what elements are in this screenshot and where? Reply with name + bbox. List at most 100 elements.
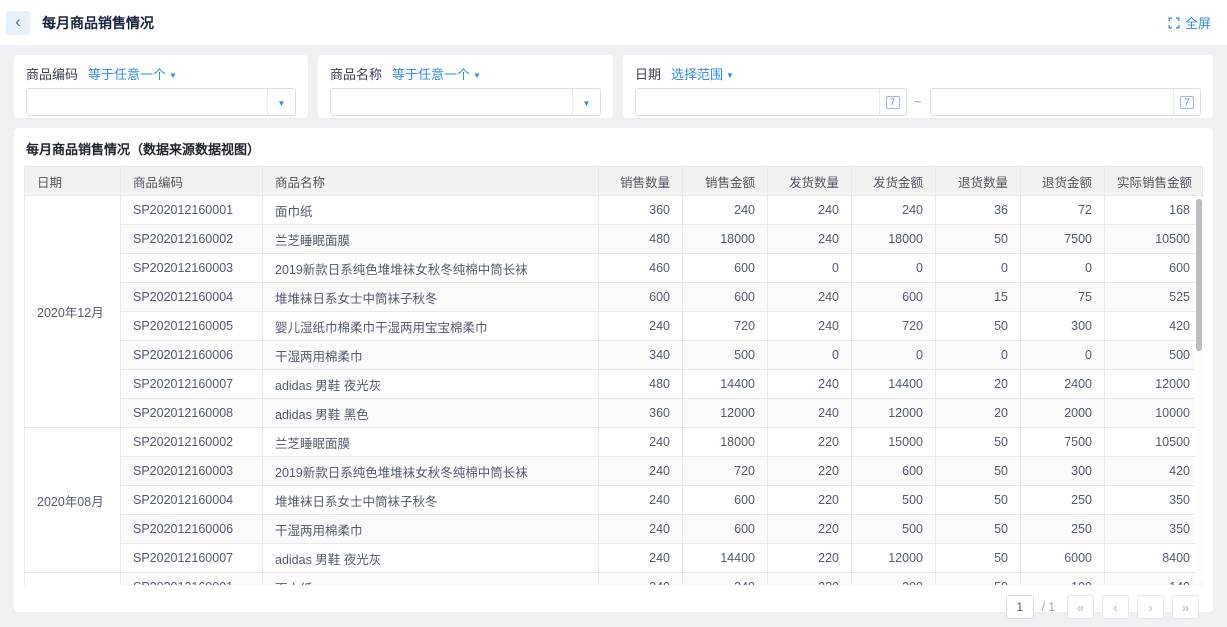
value-cell: 75 [1021, 283, 1105, 312]
product-name-select[interactable] [330, 88, 601, 116]
value-cell: 10000 [1105, 399, 1203, 428]
value-cell: 240 [683, 196, 768, 225]
value-cell: 168 [1105, 196, 1203, 225]
column-header: 商品名称 [263, 167, 599, 196]
value-cell: 340 [599, 341, 683, 370]
date-to-calendar-button[interactable] [1173, 89, 1200, 115]
previous-page-button[interactable] [1102, 595, 1129, 619]
fullscreen-button[interactable]: 全屏 [1168, 13, 1211, 32]
filter-label-product-code: 商品编码 [26, 64, 78, 83]
date-from-value [636, 89, 879, 115]
value-cell: 250 [1021, 515, 1105, 544]
value-cell: 50 [936, 515, 1021, 544]
value-cell: 600 [683, 283, 768, 312]
filter-operator-product-name[interactable]: 等于任意一个 [392, 64, 481, 83]
product-name-cell: 婴儿湿纸巾棉柔巾干湿两用宝宝棉柔巾 [263, 312, 599, 341]
value-cell: 420 [1105, 457, 1203, 486]
product-name-select-arrow[interactable] [572, 89, 600, 115]
product-code-select-arrow[interactable] [267, 89, 295, 115]
value-cell: 300 [1021, 312, 1105, 341]
value-cell: 100 [1021, 573, 1105, 586]
product-name-cell: adidas 男鞋 夜光灰 [263, 370, 599, 399]
value-cell: 12000 [683, 399, 768, 428]
value-cell: 50 [936, 225, 1021, 254]
value-cell: 18000 [683, 428, 768, 457]
column-header: 销售数量 [599, 167, 683, 196]
table-row: SP202012160008adidas 男鞋 黑色36012000240120… [25, 399, 1203, 428]
value-cell: 220 [768, 515, 852, 544]
value-cell: 220 [768, 457, 852, 486]
value-cell: 240 [768, 399, 852, 428]
value-cell: 240 [599, 486, 683, 515]
value-cell: 480 [599, 225, 683, 254]
column-header: 发货金额 [852, 167, 936, 196]
value-cell: 525 [1105, 283, 1203, 312]
back-button[interactable] [6, 11, 30, 35]
value-cell: 20 [936, 399, 1021, 428]
value-cell: 0 [936, 341, 1021, 370]
value-cell: 220 [768, 573, 852, 586]
product-code-cell: SP202012160008 [121, 399, 263, 428]
date-to-input[interactable] [930, 88, 1202, 116]
next-page-button[interactable] [1137, 595, 1164, 619]
filter-label-date: 日期 [635, 64, 661, 83]
filter-operator-product-code[interactable]: 等于任意一个 [88, 64, 177, 83]
value-cell: 600 [852, 457, 936, 486]
value-cell: 7500 [1021, 225, 1105, 254]
filter-label-product-name: 商品名称 [330, 64, 382, 83]
column-header: 退货金额 [1021, 167, 1105, 196]
column-header: 发货数量 [768, 167, 852, 196]
date-range-separator: ~ [915, 95, 922, 109]
value-cell: 240 [768, 196, 852, 225]
column-header: 实际销售金额 [1105, 167, 1203, 196]
value-cell: 6000 [1021, 544, 1105, 573]
value-cell: 240 [768, 283, 852, 312]
value-cell: 12000 [1105, 370, 1203, 399]
value-cell: 12000 [852, 544, 936, 573]
value-cell: 0 [1021, 254, 1105, 283]
vertical-scrollbar[interactable] [1195, 197, 1203, 583]
product-code-cell: SP202012160004 [121, 486, 263, 515]
value-cell: 420 [1105, 312, 1203, 341]
value-cell: 500 [1105, 341, 1203, 370]
scrollbar-thumb[interactable] [1196, 199, 1202, 351]
date-from-input[interactable] [635, 88, 907, 116]
last-page-button[interactable] [1172, 595, 1199, 619]
page-number-input[interactable]: 1 [1006, 595, 1034, 619]
value-cell: 8400 [1105, 544, 1203, 573]
value-cell: 0 [768, 341, 852, 370]
value-cell: 240 [599, 428, 683, 457]
value-cell: 240 [599, 573, 683, 586]
value-cell: 200 [852, 573, 936, 586]
value-cell: 240 [768, 370, 852, 399]
product-name-cell: adidas 男鞋 夜光灰 [263, 544, 599, 573]
date-group-cell [25, 573, 121, 586]
value-cell: 12000 [852, 399, 936, 428]
value-cell: 220 [768, 486, 852, 515]
filter-operator-date[interactable]: 选择范围 [671, 64, 734, 83]
value-cell: 14400 [683, 544, 768, 573]
first-page-button[interactable] [1067, 595, 1094, 619]
value-cell: 36 [936, 196, 1021, 225]
value-cell: 0 [936, 254, 1021, 283]
value-cell: 220 [768, 428, 852, 457]
value-cell: 0 [768, 254, 852, 283]
filter-bar: 商品编码 等于任意一个 商品名称 等于任意一个 [14, 55, 1213, 118]
value-cell: 500 [683, 341, 768, 370]
date-group-cell: 2020年12月 [25, 196, 121, 428]
value-cell: 240 [683, 573, 768, 586]
column-header: 销售金额 [683, 167, 768, 196]
value-cell: 50 [936, 428, 1021, 457]
table-row: SP202012160006干湿两用棉柔巾2406002205005025035… [25, 515, 1203, 544]
table-header-row: 日期商品编码商品名称销售数量销售金额发货数量发货金额退货数量退货金额实际销售金额 [25, 167, 1203, 196]
table-row: SP2020121600032019新款日系纯色堆堆袜女秋冬纯棉中筒长袜2407… [25, 457, 1203, 486]
product-code-select[interactable] [26, 88, 296, 116]
filter-card-date: 日期 选择范围 ~ [623, 55, 1213, 118]
caret-down-icon [473, 66, 481, 81]
value-cell: 480 [599, 370, 683, 399]
date-from-calendar-button[interactable] [879, 89, 906, 115]
filter-card-product-name: 商品名称 等于任意一个 [318, 55, 613, 118]
value-cell: 600 [683, 486, 768, 515]
date-group-cell: 2020年08月 [25, 428, 121, 573]
value-cell: 0 [852, 341, 936, 370]
